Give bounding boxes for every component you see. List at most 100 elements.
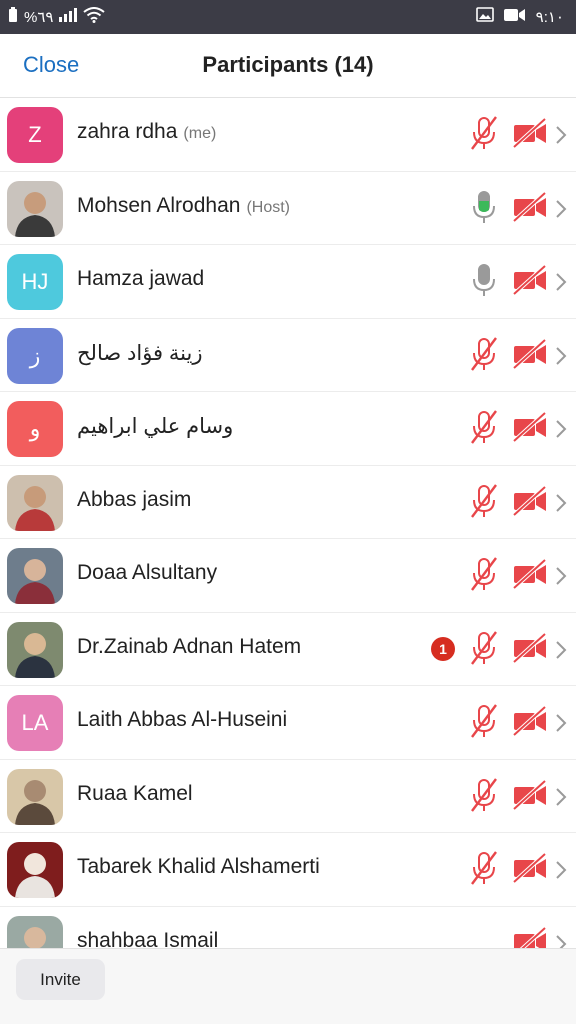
chevron-right-icon[interactable] — [554, 639, 568, 661]
participant-name: Dr.Zainab Adnan Hatem — [77, 634, 302, 658]
participant-name: زينة فؤاد صالح — [77, 341, 203, 365]
chevron-right-icon[interactable] — [554, 418, 568, 440]
participants-header: Close Participants (14) — [0, 34, 576, 98]
participant-name-group: Dr.Zainab Adnan Hatem — [77, 635, 301, 659]
avatar-initials: و — [29, 416, 41, 441]
video-off-icon[interactable] — [512, 338, 548, 369]
video-off-icon[interactable] — [512, 411, 548, 443]
mic-muted-icon[interactable] — [469, 777, 499, 813]
participant-name-group: Ruaa Kamel — [77, 782, 193, 806]
participant-row[interactable]: HJ Hamza jawad — [0, 245, 576, 319]
participant-name: Doaa Alsultany — [77, 561, 218, 584]
avatar-initials: Z — [28, 122, 42, 147]
avatar-initials: ز — [29, 342, 41, 368]
avatar-initials: HJ — [21, 269, 49, 294]
participant-row[interactable]: LA Laith Abbas Al-Huseini — [0, 686, 576, 760]
video-off-icon[interactable] — [512, 852, 548, 884]
chevron-right-icon[interactable] — [554, 565, 568, 587]
participant-role-tag: (Host) — [246, 198, 291, 216]
participant-name-group: shahbaa Ismail — [77, 929, 218, 949]
wifi-icon — [83, 7, 106, 27]
chevron-right-icon[interactable] — [554, 712, 568, 734]
participant-row[interactable]: Tabarek Khalid Alshamerti — [0, 833, 576, 907]
chevron-right-icon[interactable] — [554, 271, 568, 293]
chevron-right-icon[interactable] — [554, 859, 568, 881]
video-off-icon[interactable] — [512, 705, 548, 737]
mic-muted-icon[interactable] — [469, 703, 499, 739]
participant-row[interactable]: و وسام علي ابراهيم — [0, 392, 576, 466]
participant-row[interactable]: Mohsen Alrodhan (Host) — [0, 172, 576, 245]
battery-text: %٦٩ — [24, 9, 54, 26]
video-off-icon[interactable] — [512, 191, 548, 222]
chevron-right-icon[interactable] — [554, 492, 568, 514]
avatar: Z — [7, 107, 63, 163]
video-off-icon[interactable] — [512, 926, 548, 948]
video-off-icon[interactable] — [512, 779, 548, 810]
participant-row[interactable]: Ruaa Kamel — [0, 760, 576, 833]
chevron-right-icon[interactable] — [554, 198, 568, 220]
mic-muted-icon[interactable] — [469, 483, 499, 519]
participant-row[interactable]: ز زينة فؤاد صالح — [0, 319, 576, 392]
video-off-icon[interactable] — [512, 117, 548, 149]
status-right: ٩:١٠ — [475, 7, 564, 26]
page-title: Participants (14) — [202, 52, 374, 77]
avatar — [7, 842, 63, 898]
participant-name-group: وسام علي ابراهيم — [77, 414, 233, 439]
status-bar: %٦٩ ٩:١٠ — [0, 0, 576, 34]
participant-name-group: zahra rdha (me) — [77, 120, 216, 144]
chevron-right-icon[interactable] — [554, 345, 568, 367]
mic-muted-icon[interactable] — [469, 115, 499, 151]
chevron-right-icon[interactable] — [554, 124, 568, 146]
mic-icon[interactable] — [469, 189, 499, 225]
participant-name: Hamza jawad — [77, 267, 205, 290]
participant-name: Abbas jasim — [77, 487, 192, 511]
chevron-right-icon[interactable] — [554, 786, 568, 808]
participant-name: Mohsen Alrodhan — [77, 193, 241, 217]
mic-icon[interactable] — [469, 262, 499, 298]
video-off-icon[interactable] — [512, 485, 548, 516]
participant-list[interactable]: Zzahra rdha (me) Mohsen Alrodhan (Host) HJ Ha… — [0, 98, 576, 948]
participant-name: وسام علي ابراهيم — [77, 415, 234, 438]
video-off-icon[interactable] — [512, 632, 548, 663]
mic-muted-icon[interactable] — [469, 850, 499, 886]
participant-name-group: Doaa Alsultany — [77, 561, 217, 585]
video-icon — [503, 8, 526, 26]
avatar — [7, 548, 63, 604]
participant-name: shahbaa Ismail — [77, 928, 219, 949]
participant-name: Tabarek Khalid Alshamerti — [77, 855, 320, 878]
status-left: %٦٩ — [8, 7, 106, 27]
participant-name-group: زينة فؤاد صالح — [77, 341, 203, 366]
mic-muted-icon[interactable] — [469, 630, 499, 666]
video-off-icon[interactable] — [512, 264, 548, 296]
participant-role-tag: (me) — [183, 125, 217, 142]
avatar: و — [7, 401, 63, 457]
participant-row[interactable]: shahbaa Ismail — [0, 907, 576, 949]
signal-icon — [59, 8, 78, 26]
participant-name: Laith Abbas Al-Huseini — [77, 708, 288, 731]
participant-row[interactable]: Doaa Alsultany — [0, 539, 576, 613]
chevron-right-icon[interactable] — [554, 933, 568, 948]
unread-badge: 1 — [431, 636, 455, 661]
battery-icon — [8, 7, 18, 27]
mic-muted-icon[interactable] — [469, 336, 499, 372]
participant-name-group: Mohsen Alrodhan (Host) — [77, 194, 290, 218]
participant-name: Ruaa Kamel — [77, 781, 193, 805]
avatar: LA — [7, 695, 63, 751]
participant-row[interactable]: Zzahra rdha (me) — [0, 98, 576, 172]
avatar — [7, 180, 63, 237]
participant-row[interactable]: Abbas jasim — [0, 466, 576, 539]
mic-muted-icon[interactable] — [469, 556, 499, 592]
footer-bar: Invite — [0, 948, 576, 1024]
avatar — [7, 915, 63, 948]
avatar — [7, 474, 63, 531]
participant-row[interactable]: Dr.Zainab Adnan Hatem 1 — [0, 613, 576, 686]
mic-muted-icon[interactable] — [469, 409, 499, 445]
avatar: HJ — [7, 254, 63, 310]
video-off-icon[interactable] — [512, 558, 548, 590]
participant-name-group: Laith Abbas Al-Huseini — [77, 708, 287, 732]
participant-name-group: Abbas jasim — [77, 488, 191, 512]
invite-button[interactable]: Invite — [16, 959, 105, 1000]
participant-name-group: Hamza jawad — [77, 267, 204, 291]
avatar: ز — [7, 327, 63, 384]
gallery-icon — [475, 7, 494, 26]
